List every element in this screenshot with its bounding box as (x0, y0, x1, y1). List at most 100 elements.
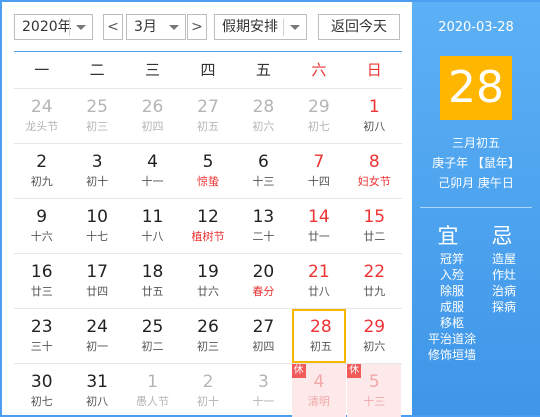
day-number: 8 (368, 152, 380, 172)
lunar-label: 初六 (252, 120, 275, 133)
day-cell[interactable]: 14 廿一 (292, 199, 346, 253)
day-number: 2 (202, 372, 214, 392)
day-cell[interactable]: 6 十三 (236, 144, 290, 198)
day-number: 16 (30, 262, 53, 282)
day-number: 29 (308, 97, 330, 117)
year-select-value: 2020年 (22, 19, 72, 35)
avoid-title: 忌 (491, 224, 513, 248)
day-number: 7 (313, 152, 325, 172)
day-cell[interactable]: 1 初八 (347, 89, 401, 143)
day-number: 30 (30, 372, 53, 392)
lunar-label: 初十 (86, 175, 109, 188)
lunar-label: 十七 (86, 230, 109, 243)
day-cell[interactable]: 25 初二 (125, 309, 179, 363)
day-number: 24 (30, 97, 53, 117)
lunar-label: 初一 (86, 340, 109, 353)
lunar-label: 初五 (309, 340, 332, 353)
day-number: 27 (252, 317, 275, 337)
day-cell[interactable]: 27 初四 (236, 309, 290, 363)
avoid-item: 探病 (491, 300, 516, 314)
day-cell[interactable]: 28 初六 (236, 89, 290, 143)
day-cell[interactable]: 15 廿二 (347, 199, 401, 253)
suitable-item: 平治道涂 (427, 332, 476, 346)
day-cell[interactable]: 9 十六 (15, 199, 69, 253)
day-cell[interactable]: 22 廿九 (347, 254, 401, 308)
day-number: 9 (36, 207, 48, 227)
day-cell[interactable]: 16 廿三 (15, 254, 69, 308)
day-number: 4 (313, 372, 325, 392)
day-cell[interactable]: 26 初三 (181, 309, 235, 363)
lunar-label: 初九 (30, 175, 53, 188)
day-number: 27 (197, 97, 219, 117)
lunar-label: 初三 (86, 120, 109, 133)
lunar-label: 植树节 (191, 230, 225, 243)
day-cell[interactable]: 23 三十 (15, 309, 69, 363)
day-cell[interactable]: 29 初六 (347, 309, 401, 363)
day-cell[interactable]: 29 初七 (292, 89, 346, 143)
day-cell[interactable]: 休 4 清明 (291, 364, 347, 417)
suitable-title: 宜 (437, 224, 459, 248)
day-cell[interactable]: 21 廿八 (292, 254, 346, 308)
day-number: 19 (197, 262, 219, 282)
lunar-label: 愚人节 (136, 395, 170, 408)
year-select[interactable]: 2020年 (14, 14, 93, 40)
day-number: 17 (86, 262, 108, 282)
weekday-label: 一 (34, 61, 50, 79)
day-cell[interactable]: 3 初十 (70, 144, 124, 198)
day-cell[interactable]: 17 廿四 (70, 254, 124, 308)
day-number: 25 (86, 97, 108, 117)
lunar-label: 初四 (141, 120, 164, 133)
prev-month-button[interactable]: < (103, 14, 123, 40)
lunar-label: 廿六 (196, 285, 219, 298)
lunar-label: 初八 (363, 120, 386, 133)
day-cell[interactable]: 31 初八 (70, 364, 124, 417)
lunar-label: 十三 (363, 395, 386, 408)
day-cell[interactable]: 2 初九 (15, 144, 69, 198)
day-cell[interactable]: 4 十一 (125, 144, 179, 198)
day-number: 11 (141, 207, 164, 227)
back-to-today-button[interactable]: 返回今天 (318, 14, 400, 40)
lunar-label: 三十 (30, 340, 53, 353)
day-number: 28 (310, 317, 332, 337)
day-cell[interactable]: 12 植树节 (181, 199, 235, 253)
lunar-label: 十一 (141, 175, 164, 188)
day-cell[interactable]: 休 5 十三 (347, 364, 402, 417)
next-month-button[interactable]: > (187, 14, 207, 40)
day-cell[interactable]: 13 二十 (236, 199, 290, 253)
day-cell[interactable]: 8 妇女节 (347, 144, 401, 198)
day-cell[interactable]: 30 初七 (15, 364, 69, 417)
day-cell[interactable]: 26 初四 (125, 89, 179, 143)
month-select-value: 3月 (134, 19, 157, 35)
day-cell[interactable]: 10 十七 (70, 199, 124, 253)
month-select[interactable]: 3月 (126, 14, 186, 40)
lunar-label: 十三 (252, 175, 275, 188)
day-cell[interactable]: 25 初三 (70, 89, 124, 143)
day-cell[interactable]: 5 惊蛰 (181, 144, 235, 198)
lunar-label: 清明 (307, 395, 330, 408)
day-cell[interactable]: 27 初五 (181, 89, 235, 143)
avoid-item: 治病 (491, 284, 516, 298)
lunar-label: 初四 (252, 340, 275, 353)
day-grid: 24 龙头节 25 初三 26 初四 27 初五 28 初六 29 初七 1 初八 2 初九 3 初十 4 十一 5 惊蛰… (14, 88, 402, 417)
day-number: 2 (36, 152, 48, 172)
day-number: 14 (308, 207, 330, 227)
day-cell-selected[interactable]: 28 初五 (291, 309, 347, 363)
lunar-label: 初三 (196, 340, 219, 353)
day-cell[interactable]: 24 初一 (70, 309, 124, 363)
holiday-select[interactable]: 假期安排 (214, 14, 307, 40)
day-cell[interactable]: 19 廿六 (181, 254, 235, 308)
day-cell[interactable]: 18 廿五 (125, 254, 179, 308)
weekday-header: 一二三四五六日 (14, 52, 402, 88)
holiday-select-value: 假期安排 (222, 19, 278, 35)
lunar-label: 廿三 (30, 285, 53, 298)
day-number: 26 (141, 97, 164, 117)
day-cell[interactable]: 2 初十 (181, 364, 235, 417)
day-number: 3 (91, 152, 103, 172)
day-cell[interactable]: 11 十八 (125, 199, 179, 253)
day-cell[interactable]: 24 龙头节 (15, 89, 69, 143)
day-cell[interactable]: 20 春分 (236, 254, 290, 308)
day-cell[interactable]: 3 十一 (236, 364, 290, 417)
day-cell[interactable]: 7 十四 (292, 144, 346, 198)
big-day-number: 28 (440, 56, 512, 120)
day-cell[interactable]: 1 愚人节 (125, 364, 179, 417)
